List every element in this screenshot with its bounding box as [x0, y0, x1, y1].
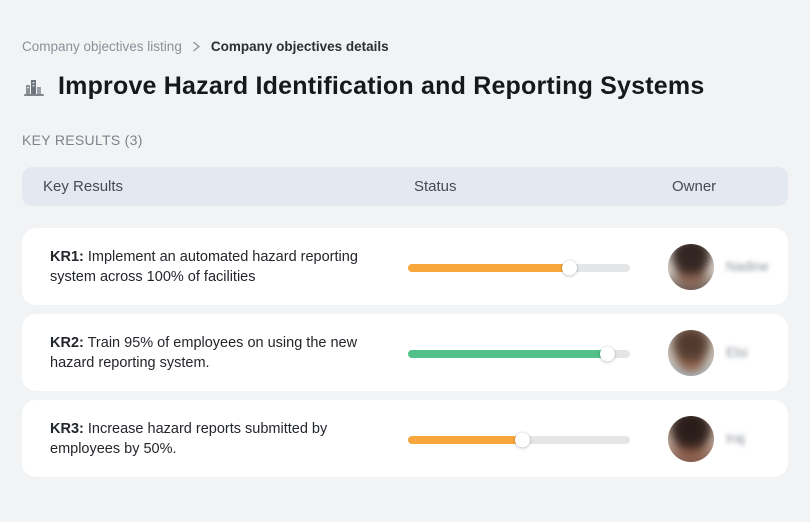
key-result-text: KR1: Implement an automated hazard repor… [50, 228, 380, 305]
progress-knob[interactable] [562, 260, 578, 276]
breadcrumb: Company objectives listing Company objec… [22, 39, 389, 54]
progress-fill [408, 260, 578, 276]
buildings-icon [22, 75, 46, 99]
progress-knob[interactable] [599, 346, 615, 362]
kr-label: KR3: [50, 420, 84, 437]
table-header: Key Results Status Owner [22, 167, 788, 206]
column-header-key-results: Key Results [43, 178, 124, 195]
avatar [668, 329, 714, 376]
breadcrumb-item-details: Company objectives details [210, 39, 389, 54]
kr-label: KR1: [50, 248, 84, 265]
page-title: Improve Hazard Identification and Report… [58, 72, 705, 100]
key-result-text: KR3: Increase hazard reports submitted b… [50, 400, 380, 477]
avatar [668, 415, 714, 462]
owner-cell: Elsi [668, 314, 748, 391]
owner-cell: Iraj [668, 400, 745, 477]
key-results-list: KR1: Implement an automated hazard repor… [22, 228, 788, 486]
avatar [668, 243, 714, 290]
company-objective-details-page: Company objectives listing Company objec… [0, 0, 810, 522]
breadcrumb-item-listing[interactable]: Company objectives listing [22, 39, 182, 54]
column-header-owner: Owner [672, 178, 717, 195]
progress-slider[interactable] [408, 432, 630, 448]
owner-cell: Nadine [668, 228, 769, 305]
key-results-section-label: KEY RESULTS (3) [22, 132, 143, 148]
progress-knob[interactable] [515, 432, 531, 448]
kr-description: Implement an automated hazard reporting … [50, 248, 358, 285]
key-result-row-kr2[interactable]: KR2: Train 95% of employees on using the… [22, 314, 788, 391]
progress-slider[interactable] [408, 346, 630, 362]
progress-fill [408, 346, 615, 362]
key-result-text: KR2: Train 95% of employees on using the… [50, 314, 380, 391]
key-result-row-kr1[interactable]: KR1: Implement an automated hazard repor… [22, 228, 788, 305]
kr-label: KR2: [50, 334, 84, 351]
owner-name: Iraj [726, 431, 745, 446]
progress-slider[interactable] [408, 260, 630, 276]
column-header-status: Status [414, 178, 457, 195]
kr-description: Increase hazard reports submitted by emp… [50, 420, 328, 457]
key-result-row-kr3[interactable]: KR3: Increase hazard reports submitted b… [22, 400, 788, 477]
progress-fill [408, 432, 531, 448]
owner-name: Nadine [726, 259, 769, 274]
objective-title-row: Improve Hazard Identification and Report… [22, 72, 704, 101]
owner-name: Elsi [726, 345, 748, 360]
kr-description: Train 95% of employees on using the new … [50, 334, 358, 371]
chevron-right-icon [192, 41, 201, 52]
